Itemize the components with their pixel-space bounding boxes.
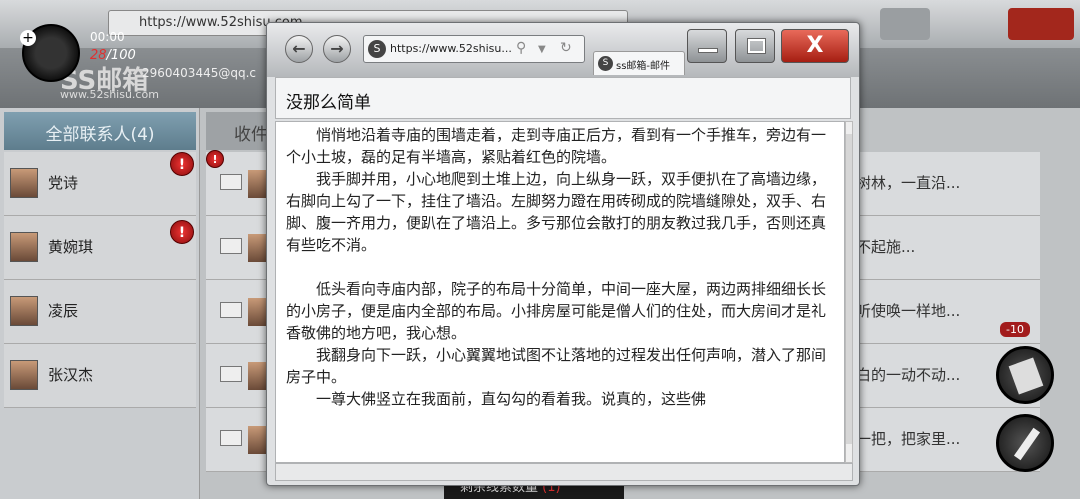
envelope-icon: [220, 238, 242, 254]
mail-paragraph: 悄悄地沿着寺庙的围墙走着，走到寺庙正后方，看到有一个手推车，旁边有一个小土坡，磊…: [286, 126, 827, 166]
contact-item[interactable]: 凌辰: [4, 280, 196, 344]
refresh-icon[interactable]: ↻: [560, 40, 572, 56]
mail-paragraph: 一尊大佛竖立在我面前，直勾勾的看着我。说真的，这些佛: [316, 390, 707, 408]
mail-subject: 没那么简单: [275, 77, 851, 119]
contact-name: 党诗: [48, 174, 79, 192]
avatar: [10, 296, 38, 326]
mail-snippet: 白的一动不动...: [856, 366, 961, 384]
health-max: /100: [106, 48, 136, 63]
contact-item[interactable]: 张汉杰: [4, 344, 196, 408]
clue-badge: -10: [1000, 322, 1030, 337]
mail-snippet: 听使唤一样地...: [856, 302, 961, 320]
avatar: [10, 168, 38, 198]
alert-badge: !: [170, 152, 194, 176]
contact-name: 张汉杰: [48, 366, 94, 384]
notes-button[interactable]: [996, 346, 1054, 404]
contact-name: 凌辰: [48, 302, 79, 320]
mail-snippet: 不起施...: [856, 238, 916, 256]
envelope-icon: [220, 174, 242, 190]
background-logo-url: www.52shisu.com: [60, 88, 159, 101]
minimize-button[interactable]: [687, 29, 727, 63]
background-minimize-button: [880, 8, 930, 40]
envelope-icon: [220, 302, 242, 318]
dropdown-icon[interactable]: ▼: [538, 44, 546, 55]
contact-item[interactable]: 黄婉琪: [4, 216, 196, 280]
mail-paragraph: [286, 256, 836, 278]
maximize-button[interactable]: [735, 29, 775, 63]
mail-body[interactable]: 悄悄地沿着寺庙的围墙走着，走到寺庙正后方，看到有一个手推车，旁边有一个小土坡，磊…: [275, 121, 845, 463]
forward-button[interactable]: →: [323, 35, 351, 63]
site-logo-icon: S: [368, 40, 386, 58]
timer: 00:00: [90, 30, 125, 44]
background-close-button: [1008, 8, 1074, 40]
mail-paragraph: 我翻身向下一跃，小心翼翼地试图不让落地的过程发出任何声响，潜入了那间房子中。: [286, 346, 827, 386]
maximize-icon: [748, 39, 765, 53]
mail-popup-window: ← → S https://www.52shisu... ⚲ ▼ ↻ S ss邮…: [266, 22, 860, 486]
scrollbar[interactable]: [845, 121, 853, 463]
alert-badge: !: [170, 220, 194, 244]
mail-snippet: 一把，把家里...: [856, 430, 961, 448]
mail-paragraph: 低头看向寺庙内部，院子的布局十分简单，中间一座大屋，两边两排细细长长的小房子，便…: [286, 280, 827, 342]
background-email: 2960403445@qq.c: [142, 66, 256, 80]
envelope-icon: [220, 366, 242, 382]
contact-name: 黄婉琪: [48, 238, 94, 256]
pen-icon: [1013, 427, 1041, 461]
tab-all-contacts[interactable]: 全部联系人(4): [4, 112, 196, 150]
mail-snippet: 树林，一直沿...: [856, 174, 961, 192]
avatar: [10, 232, 38, 262]
plus-icon[interactable]: +: [20, 30, 36, 46]
health-current: 28: [90, 48, 107, 63]
health-readout: 28/100: [90, 48, 136, 63]
site-logo-icon: S: [598, 56, 613, 71]
alert-badge: !: [206, 150, 224, 168]
envelope-icon: [220, 430, 242, 446]
close-button[interactable]: X: [781, 29, 849, 63]
address-url: https://www.52shisu...: [390, 42, 512, 55]
browser-tab[interactable]: S ss邮箱-邮件: [593, 51, 685, 75]
tab-label: ss邮箱-邮件: [616, 61, 671, 72]
minimize-icon: [698, 48, 718, 53]
search-icon[interactable]: ⚲: [516, 40, 526, 56]
mail-paragraph: 我手脚并用，小心地爬到土堆上边，向上纵身一跃，双手便扒在了高墙边缘，右脚向上勾了…: [286, 170, 827, 254]
contact-item[interactable]: 党诗: [4, 152, 196, 216]
back-button[interactable]: ←: [285, 35, 313, 63]
address-bar[interactable]: S https://www.52shisu... ⚲ ▼ ↻: [363, 35, 585, 63]
popup-footer: [275, 463, 853, 481]
notes-icon: [1008, 357, 1044, 395]
pen-button[interactable]: [996, 414, 1054, 472]
avatar: [10, 360, 38, 390]
scrollbar-thumb[interactable]: [846, 134, 852, 444]
